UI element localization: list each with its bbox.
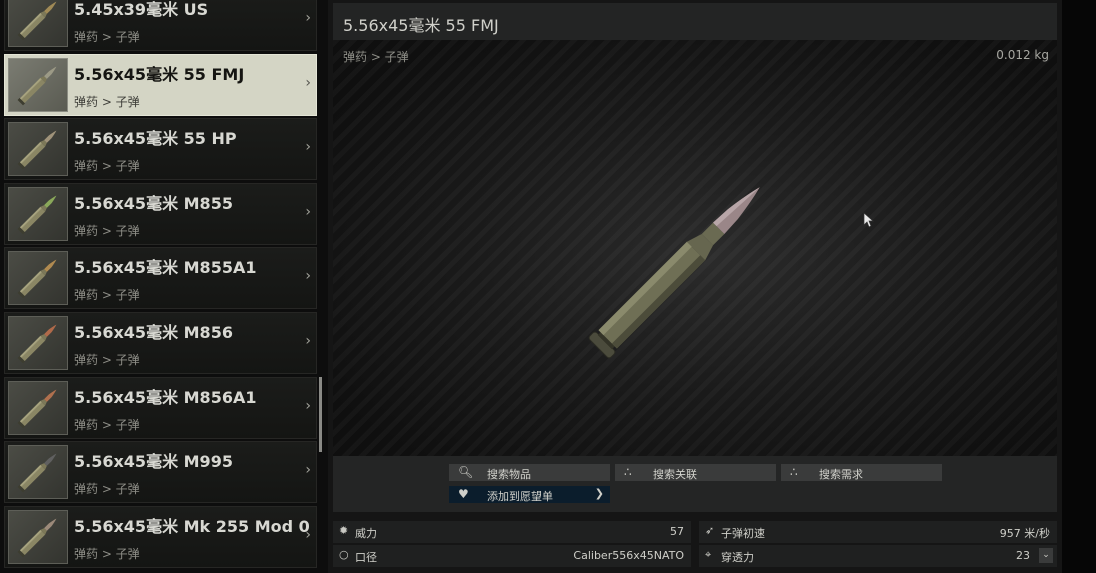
- penetration-value: 23: [1016, 549, 1030, 562]
- cartridge-icon: [17, 66, 57, 106]
- list-item[interactable]: 5.56x45毫米 M856A1 弹药 > 子弹 ›: [4, 377, 317, 439]
- list-item-category: 弹药 > 子弹: [74, 547, 140, 561]
- list-item-category: 弹药 > 子弹: [74, 418, 140, 432]
- add-to-wishlist-button[interactable]: ♥ 添加到愿望单 ❯: [449, 486, 610, 503]
- cartridge-icon: [17, 130, 57, 170]
- bullet-icon: ➶: [705, 524, 715, 537]
- cartridge-icon: [17, 259, 57, 299]
- related-nodes-icon: ∴: [624, 465, 632, 479]
- chevron-right-icon: ›: [305, 204, 311, 220]
- velocity-label: 子弹初速: [721, 527, 765, 540]
- list-item-category: 弹药 > 子弹: [74, 353, 140, 367]
- list-item-name: 5.56x45毫米 M995: [74, 452, 233, 471]
- chevron-right-icon: ›: [305, 10, 311, 26]
- list-item[interactable]: 5.56x45毫米 M995 弹药 > 子弹 ›: [4, 441, 317, 503]
- cartridge-thumbnail: [8, 316, 68, 370]
- detail-panel: 5.56x45毫米 55 FMJ 弹药 > 子弹 0.012 kg 🔍︎ 搜索物…: [328, 0, 1062, 573]
- list-item-category: 弹药 > 子弹: [74, 482, 140, 496]
- list-scrollbar[interactable]: [319, 377, 322, 452]
- damage-label: 威力: [355, 527, 377, 540]
- list-item-category: 弹药 > 子弹: [74, 95, 140, 109]
- title-bar: 5.56x45毫米 55 FMJ: [333, 3, 1057, 40]
- list-item[interactable]: 5.56x45毫米 Mk 255 Mod 0 弹药 > 子弹 ›: [4, 506, 317, 568]
- cartridge-icon: [17, 389, 57, 429]
- list-item-category: 弹药 > 子弹: [74, 159, 140, 173]
- window-edge: [1062, 0, 1096, 573]
- cartridge-thumbnail: [8, 445, 68, 499]
- stat-damage: ✹ 威力 57: [333, 521, 691, 543]
- search-required-label: 搜索需求: [819, 468, 863, 481]
- cartridge-thumbnail: [8, 510, 68, 564]
- cartridge-icon: [17, 1, 57, 41]
- list-item[interactable]: 5.56x45毫米 55 FMJ 弹药 > 子弹 ›: [4, 54, 317, 116]
- list-item-name: 5.45x39毫米 US: [74, 0, 209, 19]
- damage-value: 57: [670, 525, 684, 538]
- cartridge-thumbnail: [8, 0, 68, 47]
- search-required-button[interactable]: ∴ 搜索需求: [781, 464, 942, 481]
- add-to-wishlist-label: 添加到愿望单: [487, 490, 553, 503]
- mouse-cursor-icon: [863, 212, 874, 228]
- chevron-right-icon: ❯: [594, 487, 604, 500]
- chevron-right-icon: ›: [305, 462, 311, 478]
- cartridge-thumbnail: [8, 251, 68, 305]
- stat-velocity: ➶ 子弹初速 957 米/秒: [699, 521, 1057, 543]
- list-item[interactable]: 5.56x45毫米 55 HP 弹药 > 子弹 ›: [4, 118, 317, 180]
- heart-icon: ♥: [458, 487, 469, 501]
- caliber-ring-icon: ○: [339, 548, 349, 561]
- item-category: 弹药 > 子弹: [343, 50, 409, 64]
- cartridge-thumbnail: [8, 381, 68, 435]
- caliber-label: 口径: [355, 551, 377, 564]
- cartridge-thumbnail: [8, 58, 68, 112]
- list-item-name: 5.56x45毫米 55 FMJ: [74, 65, 245, 84]
- chevron-right-icon: ›: [305, 268, 311, 284]
- chevron-right-icon: ›: [305, 398, 311, 414]
- cartridge-image: [588, 187, 760, 359]
- list-item-name: 5.56x45毫米 M856: [74, 323, 233, 342]
- list-item[interactable]: 5.56x45毫米 M855 弹药 > 子弹 ›: [4, 183, 317, 245]
- penetration-label: 穿透力: [721, 551, 754, 564]
- list-item-name: 5.56x45毫米 M856A1: [74, 388, 257, 407]
- cartridge-thumbnail: [8, 122, 68, 176]
- cartridge-icon: [17, 453, 57, 493]
- search-item-label: 搜索物品: [487, 468, 531, 481]
- search-related-button[interactable]: ∴ 搜索关联: [615, 464, 776, 481]
- list-item-name: 5.56x45毫米 M855A1: [74, 258, 257, 277]
- item-preview: [333, 40, 1057, 456]
- chevron-right-icon: ›: [305, 527, 311, 543]
- list-item-category: 弹药 > 子弹: [74, 30, 140, 44]
- search-item-button[interactable]: 🔍︎ 搜索物品: [449, 464, 610, 481]
- search-icon: 🔍︎: [458, 465, 474, 479]
- expand-stats-button[interactable]: ⌄: [1039, 548, 1053, 563]
- cartridge-icon: [17, 324, 57, 364]
- list-item-category: 弹药 > 子弹: [74, 288, 140, 302]
- list-item[interactable]: 5.56x45毫米 M856 弹药 > 子弹 ›: [4, 312, 317, 374]
- list-item-category: 弹药 > 子弹: [74, 224, 140, 238]
- velocity-value: 957 米/秒: [999, 527, 1050, 540]
- search-related-label: 搜索关联: [653, 468, 697, 481]
- cartridge-icon: [17, 195, 57, 235]
- crosshair-icon: ⌖: [705, 548, 712, 561]
- chevron-right-icon: ›: [305, 333, 311, 349]
- stat-caliber: ○ 口径 Caliber556x45NATO: [333, 545, 691, 567]
- cartridge-thumbnail: [8, 187, 68, 241]
- stat-penetration: ⌖ 穿透力 23 ⌄: [699, 545, 1057, 567]
- chevron-right-icon: ›: [305, 139, 311, 155]
- required-nodes-icon: ∴: [790, 465, 798, 479]
- damage-icon: ✹: [339, 524, 349, 537]
- action-bar: 🔍︎ 搜索物品 ∴ 搜索关联 ∴ 搜索需求 ♥ 添加到愿望单 ❯: [333, 456, 1057, 512]
- list-item[interactable]: 5.56x45毫米 M855A1 弹药 > 子弹 ›: [4, 247, 317, 309]
- item-weight: 0.012 kg: [996, 48, 1049, 62]
- ammo-list: 5.45x39毫米 US 弹药 > 子弹 › 5.56x45毫米 55 FMJ 弹药 >…: [0, 0, 328, 573]
- list-item-name: 5.56x45毫米 55 HP: [74, 129, 237, 148]
- list-item-name: 5.56x45毫米 Mk 255 Mod 0: [74, 517, 310, 536]
- list-item-name: 5.56x45毫米 M855: [74, 194, 233, 213]
- cartridge-icon: [17, 518, 57, 558]
- page-title: 5.56x45毫米 55 FMJ: [343, 16, 499, 35]
- caliber-value: Caliber556x45NATO: [573, 549, 684, 562]
- list-item[interactable]: 5.45x39毫米 US 弹药 > 子弹 ›: [4, 0, 317, 51]
- chevron-right-icon: ›: [305, 75, 311, 91]
